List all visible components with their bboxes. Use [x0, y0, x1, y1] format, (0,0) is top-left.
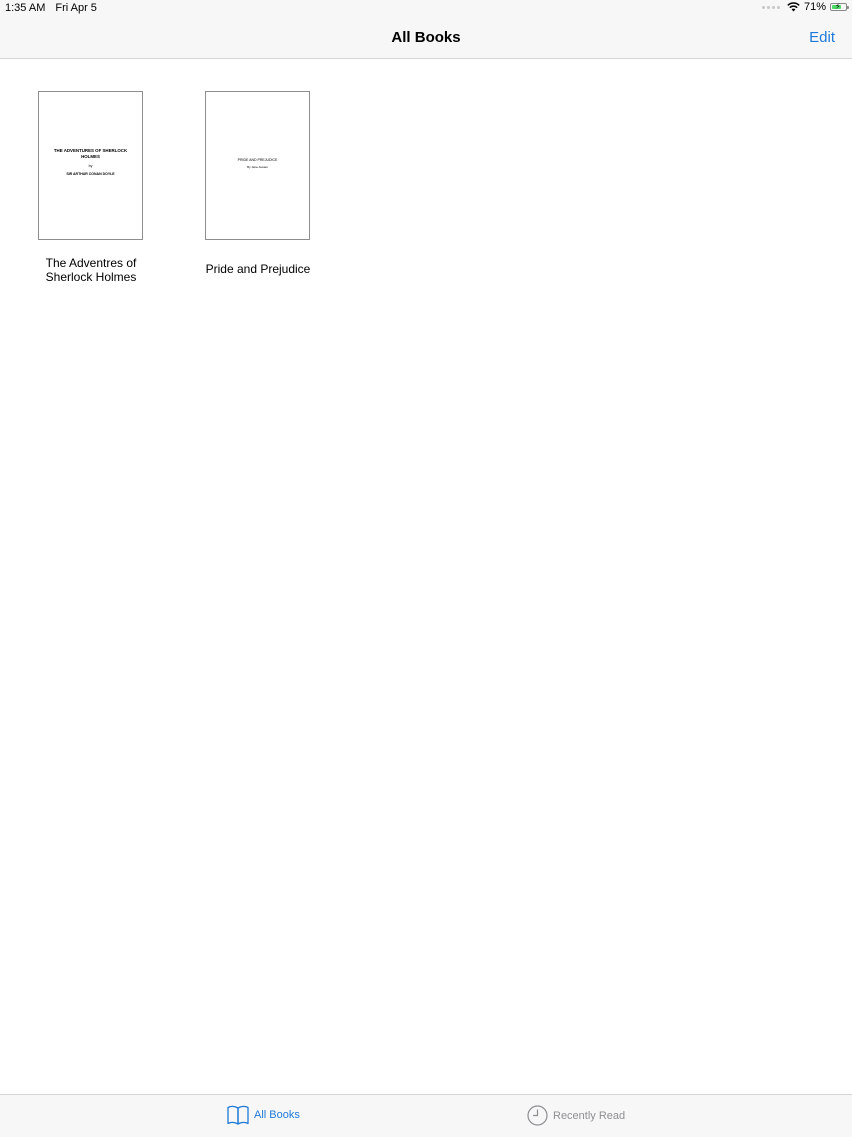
battery-icon: ⚡: [830, 2, 849, 11]
book-title[interactable]: Pride and Prejudice: [183, 262, 333, 276]
tab-bar: All Books Recently Read: [0, 1094, 852, 1137]
book-item[interactable]: PRIDE AND PREJUDICE By Jane Austen Pride…: [183, 91, 333, 291]
status-date: Fri Apr 5: [55, 2, 97, 14]
cover-author: By Jane Austen: [247, 165, 268, 169]
open-book-icon: [227, 1105, 249, 1125]
wifi-icon: [787, 2, 800, 12]
cover-title: THE ADVENTURES OF SHERLOCK HOLMES: [53, 148, 128, 159]
status-left: 1:35 AM Fri Apr 5: [5, 2, 97, 14]
cover-author: SIR ARTHUR CONAN DOYLE: [66, 172, 115, 176]
book-item[interactable]: THE ADVENTURES OF SHERLOCK HOLMES by SIR…: [16, 91, 166, 291]
cellular-signal-icon: [761, 5, 780, 9]
book-cover[interactable]: PRIDE AND PREJUDICE By Jane Austen: [205, 91, 310, 240]
charging-bolt-icon: ⚡: [835, 2, 841, 11]
status-time: 1:35 AM: [5, 2, 46, 14]
navigation-bar: All Books Edit: [0, 16, 852, 59]
book-cover[interactable]: THE ADVENTURES OF SHERLOCK HOLMES by SIR…: [38, 91, 143, 240]
page-title: All Books: [391, 29, 461, 46]
status-right: 71% ⚡: [761, 1, 849, 13]
battery-percent: 71%: [803, 1, 826, 13]
tab-label: All Books: [254, 1109, 300, 1121]
tab-recently-read[interactable]: Recently Read: [527, 1105, 625, 1126]
cover-title: PRIDE AND PREJUDICE: [237, 158, 278, 162]
book-title[interactable]: The Adventres of Sherlock Holmes: [16, 256, 166, 284]
status-bar: 1:35 AM Fri Apr 5 71% ⚡: [0, 0, 852, 16]
cover-by: by: [88, 164, 93, 168]
clock-icon: [527, 1105, 548, 1126]
tab-all-books[interactable]: All Books: [227, 1105, 300, 1125]
edit-button[interactable]: Edit: [809, 29, 835, 46]
tab-label: Recently Read: [553, 1109, 626, 1122]
